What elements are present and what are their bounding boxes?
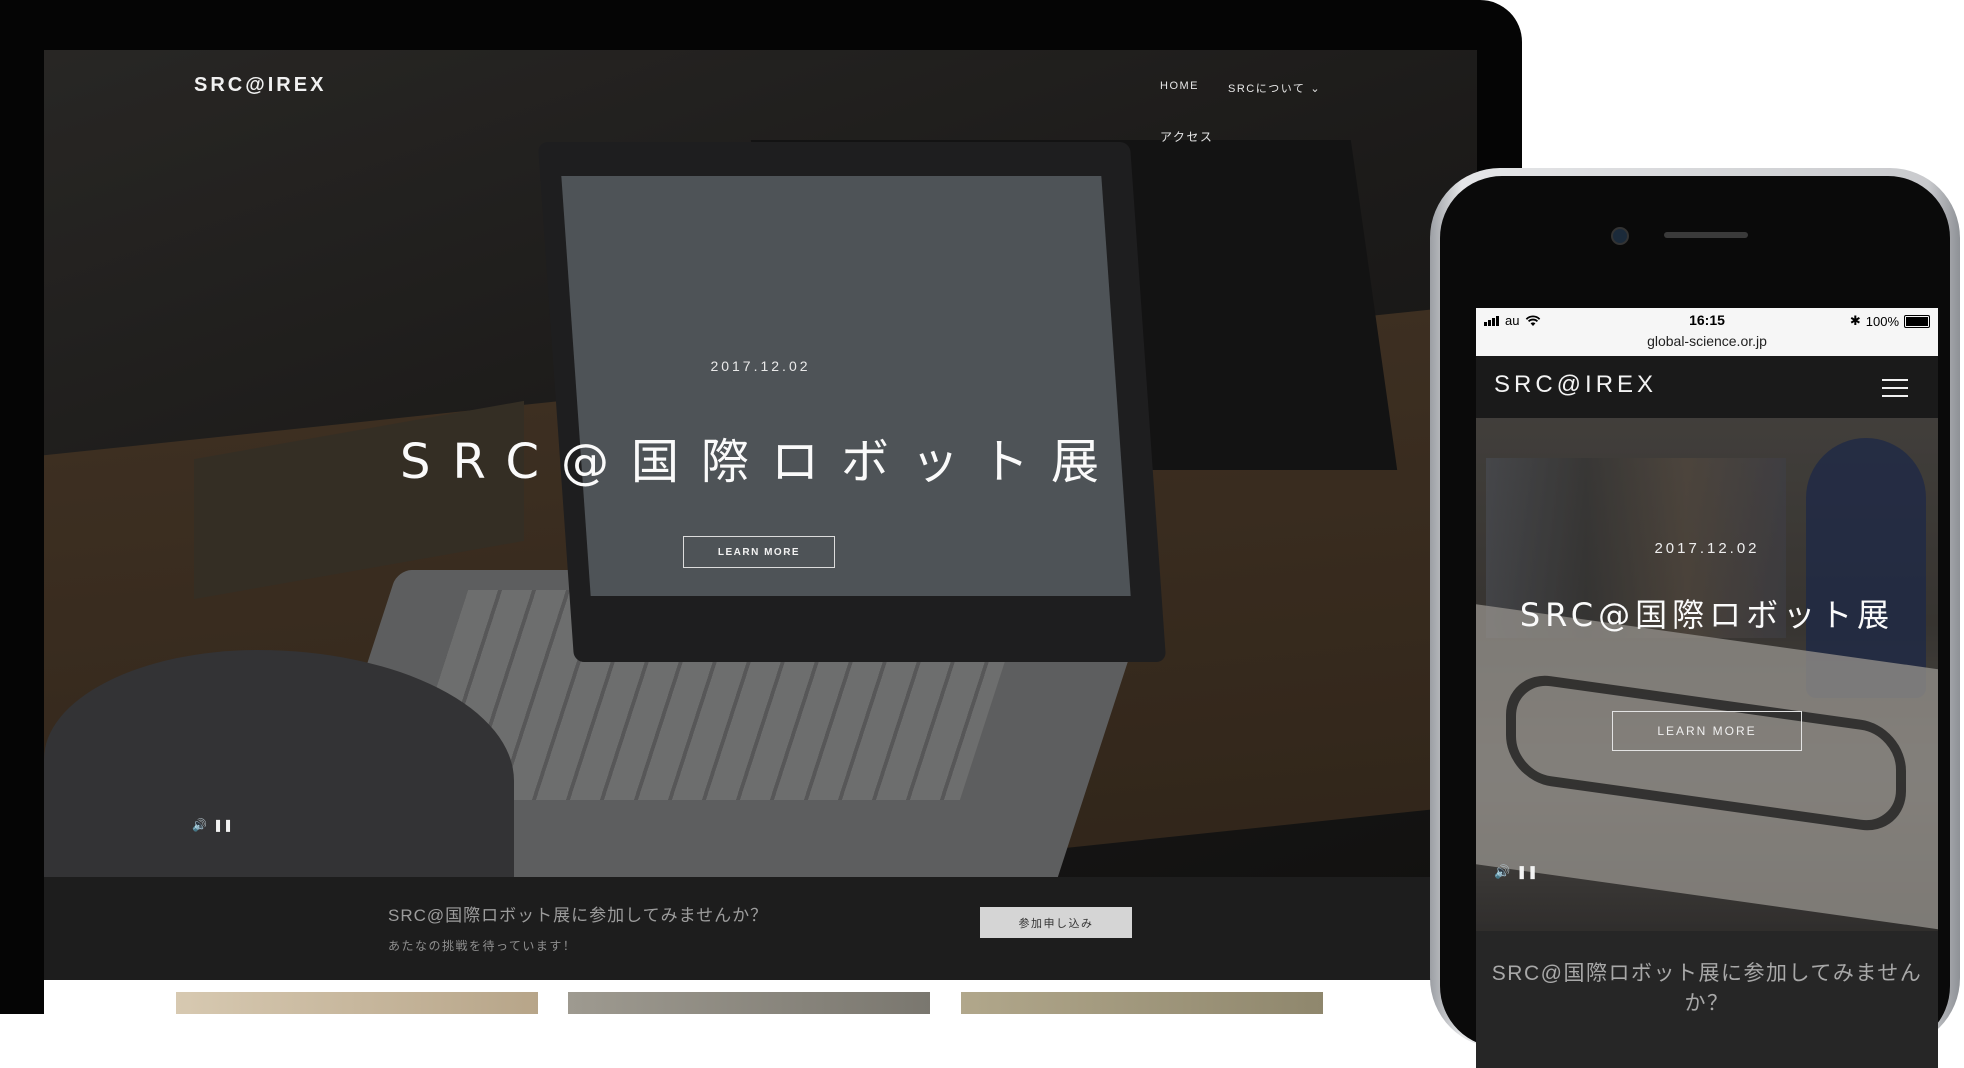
site-logo[interactable]: SRC@IREX: [194, 74, 326, 97]
apply-button[interactable]: 参加申し込み: [980, 907, 1132, 938]
desktop-hero: SRC@IREX HOME SRCについて ⌄ アクセス 2017.12.02 S…: [44, 50, 1477, 877]
phone-bezel: au 16:15 ✱ 100% global-science.or.jp SRC…: [1440, 176, 1950, 1068]
cta-bar: SRC@国際ロボット展に参加してみませんか？ あたなの挑戦を待っています！ 参加…: [44, 877, 1477, 980]
volume-icon[interactable]: 🔊: [1494, 864, 1510, 880]
mobile-header: SRC@IREX: [1476, 356, 1938, 418]
video-controls: 🔊 ❚❚: [192, 818, 233, 832]
phone-device: au 16:15 ✱ 100% global-science.or.jp SRC…: [1430, 168, 1960, 1068]
mobile-cta: SRC@国際ロボット展に参加してみませんか？: [1476, 931, 1938, 1068]
front-camera: [1611, 227, 1629, 245]
desktop-monitor: SRC@IREX HOME SRCについて ⌄ アクセス 2017.12.02 S…: [0, 0, 1522, 1014]
nav-access[interactable]: アクセス: [1160, 128, 1213, 145]
volume-icon[interactable]: 🔊: [192, 818, 207, 832]
hero-dark-overlay: [1476, 418, 1938, 931]
cta-title: SRC@国際ロボット展に参加してみませんか？: [1491, 962, 1923, 1015]
card-image[interactable]: [568, 992, 930, 1014]
chevron-down-icon: ⌄: [1310, 83, 1322, 95]
status-bar: au 16:15 ✱ 100% global-science.or.jp: [1476, 308, 1938, 356]
cta-subtitle: あたなの挑戦を待っています！: [388, 939, 577, 953]
site-logo[interactable]: SRC@IREX: [1494, 371, 1657, 399]
card-image[interactable]: [961, 992, 1323, 1014]
address-bar[interactable]: global-science.or.jp: [1476, 333, 1938, 349]
hero-title: SRC@国際ロボット展: [400, 434, 1121, 490]
bluetooth-icon: ✱: [1849, 313, 1861, 328]
battery-area: ✱ 100%: [1850, 313, 1930, 329]
battery-percent: 100%: [1865, 313, 1899, 329]
card-image[interactable]: [176, 992, 538, 1014]
video-controls: 🔊 ❚❚: [1494, 864, 1538, 880]
learn-more-button[interactable]: LEARN MORE: [683, 536, 835, 568]
hero-date: 2017.12.02: [1654, 540, 1760, 557]
learn-more-button[interactable]: LEARN MORE: [1612, 711, 1802, 751]
pause-icon[interactable]: ❚❚: [213, 818, 233, 832]
mobile-hero: 2017.12.02 SRC@国際ロボット展 LEARN MORE 🔊 ❚❚: [1476, 418, 1938, 931]
hero-title: SRC@国際ロボット展: [1519, 596, 1895, 634]
phone-screen: au 16:15 ✱ 100% global-science.or.jp SRC…: [1476, 308, 1938, 1068]
battery-icon: [1904, 314, 1930, 328]
card-row: [44, 980, 1477, 1014]
hamburger-menu-icon[interactable]: [1882, 379, 1908, 397]
cta-title: SRC@国際ロボット展に参加してみませんか？: [388, 906, 769, 925]
desktop-screen: SRC@IREX HOME SRCについて ⌄ アクセス 2017.12.02 S…: [44, 50, 1477, 1014]
pause-icon[interactable]: ❚❚: [1516, 864, 1538, 880]
hero-date: 2017.12.02: [710, 358, 811, 374]
nav-home[interactable]: HOME: [1160, 80, 1199, 92]
nav-about-label: SRCについて: [1228, 83, 1306, 95]
earpiece-speaker: [1664, 232, 1748, 238]
nav-about[interactable]: SRCについて ⌄: [1228, 80, 1321, 96]
